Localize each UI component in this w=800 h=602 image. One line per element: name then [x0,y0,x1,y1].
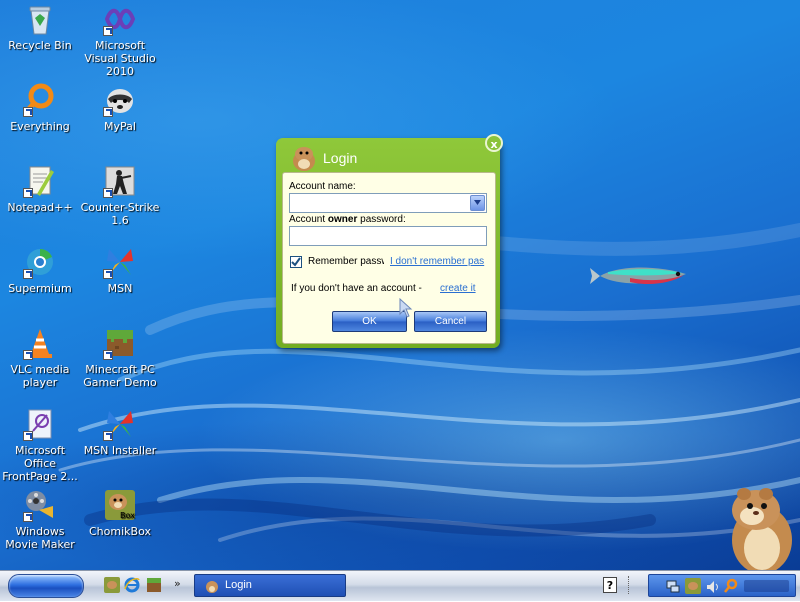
taskbar-button-login[interactable]: Login [194,574,346,597]
chomikbox-badge: Box [120,511,135,520]
desktop-icon-minecraft[interactable]: Minecraft PC Gamer Demo [80,326,160,389]
desktop-icon-label: Counter-Strike 1.6 [80,201,160,227]
chomikbox-hamster-icon [290,144,318,172]
desktop-icon-msn-installer[interactable]: MSN Installer [80,407,160,457]
shortcut-arrow-icon [23,269,33,279]
movie-maker-film-icon [23,488,57,522]
msn-butterfly-icon [103,407,137,441]
desktop-icon-label: ChomikBox [89,525,151,538]
mypal-browser-icon [103,83,137,117]
taskbar-button-label: Login [225,579,252,591]
desktop-icon-counter-strike[interactable]: Counter-Strike 1.6 [80,164,160,227]
vlc-cone-icon [23,326,57,360]
desktop-icon-label: MSN [107,282,133,295]
chomikbox-hamster-icon [205,578,219,594]
password-field[interactable] [289,226,487,246]
password-label: Account owner password: [289,214,406,225]
chomikbox-tray-icon[interactable] [685,578,701,597]
hamster-mascot [732,488,792,570]
counter-strike-icon [103,164,137,198]
search-icon[interactable] [723,578,739,597]
quick-launch-chomikbox-icon[interactable] [104,577,120,593]
desktop-icon-label: Microsoft Visual Studio 2010 [84,39,156,78]
desktop-icon-label: Supermium [8,282,72,295]
check-icon [291,257,301,267]
system-tray [648,574,796,597]
shortcut-arrow-icon [103,107,113,117]
remember-checkbox[interactable] [290,256,302,268]
desktop-icon-label: MSN Installer [83,444,157,457]
password-label-bold: owner [327,214,358,225]
start-button[interactable] [8,574,84,598]
desktop-icon-recycle-bin[interactable]: Recycle Bin [0,2,80,52]
shortcut-arrow-icon [23,512,33,522]
quick-launch-internet-explorer-icon[interactable] [124,577,140,593]
minecraft-grass-block-icon [103,326,137,360]
remember-label[interactable]: Remember passw [308,256,384,267]
login-form: Account name: Account owner password: Re… [282,172,496,344]
shortcut-arrow-icon [103,269,113,279]
cancel-button[interactable]: Cancel [414,311,487,332]
desktop-icon-label: MyPal [104,120,136,133]
signup-text: If you don't have an account - [291,283,422,294]
shortcut-arrow-icon [103,26,113,36]
msn-butterfly-icon [103,245,137,279]
desktop-icon-label: VLC media player [10,363,70,389]
password-label-suffix: password: [357,214,406,225]
desktop-icon-vlc[interactable]: VLC media player [0,326,80,389]
clock-area[interactable] [744,580,789,592]
chevron-down-icon[interactable] [470,195,485,211]
notepad-plus-plus-icon [23,164,57,198]
account-name-dropdown[interactable] [289,193,487,213]
account-name-label: Account name: [289,181,356,192]
desktop-icon-mypal[interactable]: MyPal [80,83,160,133]
visual-studio-icon [103,2,137,36]
desktop-icon-label: Everything [10,120,70,133]
chomikbox-hamster-icon: Box [103,488,137,522]
desktop-icon-label: Recycle Bin [8,39,72,52]
shortcut-arrow-icon [23,188,33,198]
desktop-icon-notepad-plus-plus[interactable]: Notepad++ [0,164,80,214]
shortcut-arrow-icon [23,431,33,441]
desktop-icon-chomikbox[interactable]: Box ChomikBox [80,488,160,538]
desktop-icon-movie-maker[interactable]: Windows Movie Maker [0,488,80,551]
volume-icon[interactable] [705,579,721,598]
neon-tetra-fish [590,267,686,284]
password-label-prefix: Account [289,214,328,225]
supermium-browser-icon [23,245,57,279]
desktop-icon-frontpage[interactable]: Microsoft Office FrontPage 2... [0,407,80,483]
shortcut-arrow-icon [23,107,33,117]
help-icon[interactable]: ? [603,577,617,593]
quick-launch-overflow[interactable]: » [174,577,181,590]
shortcut-arrow-icon [103,431,113,441]
login-dialog: Login x Account name: Account owner pass… [276,134,503,348]
desktop[interactable]: Recycle Bin Everything Notepad++ Supermi… [0,0,800,570]
desktop-icon-msn[interactable]: MSN [80,245,160,295]
desktop-icon-label: Minecraft PC Gamer Demo [83,363,157,389]
desktop-icon-supermium[interactable]: Supermium [0,245,80,295]
quick-launch-minecraft-icon[interactable] [146,577,162,593]
taskbar: » Login ? [0,570,800,601]
ok-button[interactable]: OK [332,311,407,332]
desktop-icon-visual-studio[interactable]: Microsoft Visual Studio 2010 [80,2,160,78]
create-account-link[interactable]: create it [440,283,476,294]
shortcut-arrow-icon [103,350,113,360]
desktop-icon-everything[interactable]: Everything [0,83,80,133]
forgot-password-link[interactable]: I don't remember pas [390,256,490,267]
shortcut-arrow-icon [23,350,33,360]
mouse-cursor-icon [399,298,413,318]
everything-search-icon [23,83,57,117]
desktop-icon-label: Microsoft Office FrontPage 2... [2,444,78,483]
frontpage-icon [23,407,57,441]
shortcut-arrow-icon [103,188,113,198]
desktop-icon-label: Windows Movie Maker [5,525,75,551]
taskbar-grip[interactable] [628,576,637,594]
close-button[interactable]: x [485,134,503,152]
recycle-bin-icon [23,2,57,36]
dialog-title: Login [323,150,358,166]
network-icon[interactable] [665,578,681,597]
desktop-icon-label: Notepad++ [7,201,73,214]
